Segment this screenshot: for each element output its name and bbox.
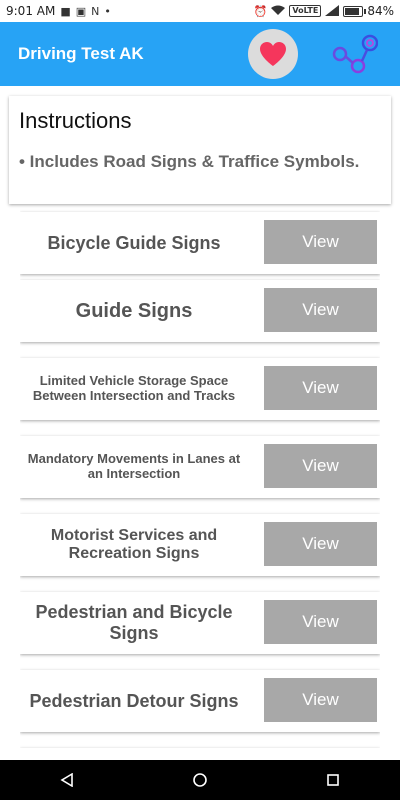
sign-category-list[interactable]: Bicycle Guide Signs View Guide Signs Vie… — [20, 208, 380, 760]
instructions-title: Instructions — [19, 108, 132, 133]
volte-badge: VoLTE — [289, 5, 322, 17]
status-bar: 9:01 AM ■ ▣ N • ⏰ VoLTE 84% — [0, 0, 400, 22]
home-circle-icon — [193, 773, 207, 787]
list-item: Mandatory Movements in Lanes at an Inter… — [20, 436, 380, 498]
heart-icon — [260, 42, 286, 66]
item-label: Guide Signs — [75, 299, 193, 322]
battery-icon — [343, 5, 367, 17]
view-button[interactable]: View — [264, 522, 377, 566]
system-nav-bar — [0, 760, 400, 800]
battery-fill — [345, 7, 359, 15]
item-label: Mandatory Movements in Lanes at an Inter… — [27, 451, 241, 481]
status-left: 9:01 AM ■ ▣ N • — [6, 4, 111, 18]
list-item: Guide Signs View — [20, 280, 380, 342]
back-triangle-icon — [60, 773, 73, 787]
alarm-icon: ⏰ — [253, 4, 268, 18]
item-label: Motorist Services and Recreation Signs — [50, 526, 218, 562]
app-title: Driving Test AK — [18, 44, 144, 63]
instructions-item: • Includes Road Signs & Traffice Symbols… — [19, 152, 360, 171]
back-button[interactable] — [47, 760, 87, 800]
instructions-card: Instructions • Includes Road Signs & Tra… — [9, 96, 391, 204]
status-right: ⏰ VoLTE 84% — [254, 4, 394, 18]
view-button[interactable]: View — [264, 444, 377, 488]
recents-square-icon — [327, 774, 340, 786]
list-item: Pedestrian Detour Signs View — [20, 670, 380, 732]
notification-icon: ▣ — [75, 4, 87, 18]
signal-icon — [325, 4, 340, 18]
recents-button[interactable] — [313, 760, 353, 800]
item-label: Bicycle Guide Signs — [47, 232, 221, 253]
item-label: Pedestrian and Bicycle Signs — [35, 602, 233, 643]
app-bar: Driving Test AK — [0, 22, 400, 86]
status-time: 9:01 AM — [6, 4, 56, 18]
notification-dot-icon: • — [104, 4, 111, 18]
view-button[interactable]: View — [264, 600, 377, 644]
list-item: Limited Vehicle Storage Space Between In… — [20, 358, 380, 420]
item-label: Limited Vehicle Storage Space Between In… — [32, 373, 236, 403]
home-button[interactable] — [180, 760, 220, 800]
view-button[interactable]: View — [264, 366, 377, 410]
list-item: Bicycle Guide Signs View — [20, 212, 380, 274]
view-button[interactable]: View — [264, 220, 377, 264]
notification-n-icon: N — [91, 4, 100, 18]
view-button[interactable]: View — [264, 678, 377, 722]
share-button[interactable] — [330, 29, 380, 79]
notification-icon: ■ — [60, 4, 71, 18]
list-item: Motorist Services and Recreation Signs V… — [20, 514, 380, 576]
list-item: Pedestrian and Bicycle Signs View — [20, 592, 380, 654]
item-label: Pedestrian Detour Signs — [29, 690, 239, 711]
battery-percent: 84% — [367, 4, 394, 18]
view-button[interactable]: View — [264, 288, 377, 332]
share-icon — [332, 34, 378, 74]
favorite-button[interactable] — [248, 29, 298, 79]
list-item-partial — [20, 748, 380, 760]
wifi-icon — [271, 5, 286, 18]
